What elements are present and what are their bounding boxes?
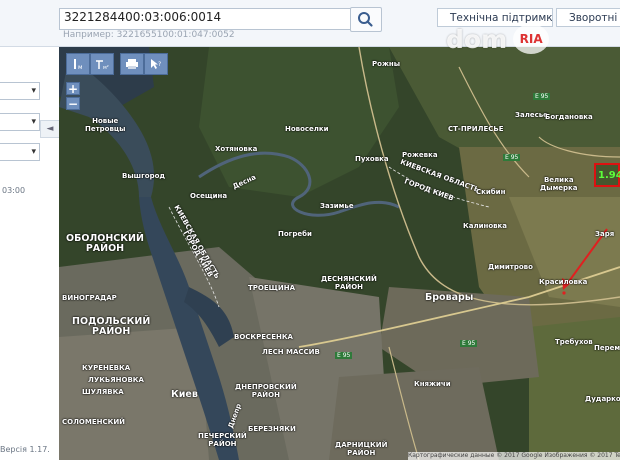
place-label: Рожевка: [402, 151, 438, 159]
place-label: Новоселки: [285, 125, 329, 133]
svg-text:м²: м²: [103, 65, 109, 70]
district-label: ДЕСНЯНСКИЙ РАЙОН: [321, 275, 377, 291]
zoom-out-button[interactable]: −: [66, 97, 80, 111]
map-copyright: Картографические данные © 2017 Google Из…: [408, 452, 620, 460]
district-label: ПОДОЛЬСКИЙ РАЙОН: [72, 316, 151, 337]
district-label: ДАРНИЦКИЙ РАЙОН: [335, 441, 388, 457]
dom-ria-watermark: dom RIA: [446, 24, 550, 54]
place-label: ШУЛЯВКА: [82, 388, 124, 396]
place-label: Дударков: [585, 395, 620, 403]
road-shield: E 95: [503, 154, 521, 161]
place-label: Рожны: [372, 60, 401, 68]
parcel-area-marker[interactable]: 1.94: [594, 163, 620, 187]
measure-area-tool[interactable]: м²: [90, 53, 114, 75]
zoom-in-button[interactable]: +: [66, 82, 80, 96]
place-label: ТРОЕЩИНА: [248, 284, 296, 292]
printer-icon: [126, 59, 138, 69]
filter-select-2[interactable]: ▾: [0, 113, 40, 131]
place-label: Богдановка: [545, 113, 593, 121]
place-label: КУРЕНЕВКА: [82, 364, 131, 372]
place-label: ВОСКРЕСЕНКА: [234, 333, 293, 341]
watermark-text: dom: [446, 24, 508, 54]
place-label: Красиловка: [539, 278, 588, 286]
place-label: ЛУКЬЯНОВКА: [88, 376, 144, 384]
place-label: Хотяновка: [215, 145, 258, 153]
ria-logo: RIA: [513, 24, 550, 54]
search-icon: [358, 12, 373, 27]
place-label: Вышгород: [122, 172, 166, 180]
road-shield: E 95: [335, 352, 353, 359]
info-tool[interactable]: ?: [144, 53, 168, 75]
city-label: Киев: [171, 389, 198, 400]
place-label: Новые Петровцы: [85, 117, 126, 133]
district-label: ПЕЧЕРСКИЙ РАЙОН: [198, 432, 247, 448]
svg-text:?: ?: [158, 61, 161, 68]
road-shield: E 95: [533, 93, 551, 100]
place-label: СТ-ПРИЛЕСЬЕ: [448, 125, 504, 133]
search-button[interactable]: [350, 7, 382, 32]
feedback-button[interactable]: Зворотні: [556, 8, 620, 27]
ruler-icon: м: [74, 59, 83, 70]
place-label: Скибин: [476, 188, 506, 196]
place-label: Княжичи: [414, 380, 451, 388]
print-tool[interactable]: [120, 53, 144, 75]
tech-support-label: Технічна підтримка: [450, 11, 553, 24]
place-label: Зазимье: [320, 202, 354, 210]
collapse-panel-button[interactable]: ◄: [40, 120, 60, 138]
city-label: Бровары: [425, 292, 474, 303]
filter-select-3[interactable]: ▾: [0, 143, 40, 161]
place-label: ЛЕСН МАССИВ: [262, 348, 320, 356]
place-label: Осещина: [190, 192, 228, 200]
place-label: БЕРЕЗНЯКИ: [248, 425, 296, 433]
place-label: Погреби: [278, 230, 312, 238]
place-label: Залесье: [515, 111, 548, 119]
district-label: ДНЕПРОВСКИЙ РАЙОН: [235, 383, 297, 399]
place-label: Велика Дымерка: [540, 176, 578, 192]
place-label: Перем: [594, 344, 620, 352]
area-icon: м²: [96, 60, 109, 70]
parcel-area-value: 1.94: [598, 169, 620, 181]
place-label: Требухов: [555, 338, 593, 346]
place-label: СОЛОМЕНСКИЙ: [62, 418, 126, 426]
svg-text:м: м: [78, 64, 83, 70]
cadastral-search-input[interactable]: 3221284400:03:006:0014: [59, 8, 356, 30]
place-label: Пуховка: [355, 155, 389, 163]
district-label: ОБОЛОНСКИЙ РАЙОН: [66, 233, 144, 254]
place-label: Калиновка: [463, 222, 508, 230]
measure-length-tool[interactable]: м: [66, 53, 90, 75]
feedback-label: Зворотні: [569, 11, 618, 24]
place-label: ВИНОГРАДАР: [62, 294, 117, 302]
chevron-left-icon: ◄: [46, 124, 54, 134]
left-panel: ▾ ▾ ▾ 03:00 Версія 1.17.: [0, 47, 60, 460]
filter-select-1[interactable]: ▾: [0, 82, 40, 100]
place-label: Димитрово: [488, 263, 533, 271]
version-text: Версія 1.17.: [0, 445, 50, 454]
map-toolbar: м м² ?: [66, 53, 168, 75]
place-label: Заря: [595, 230, 615, 238]
pointer-help-icon: ?: [151, 59, 161, 69]
road-shield: E 95: [460, 340, 478, 347]
time-text: 03:00: [2, 186, 26, 195]
search-hint: Например: 3221655100:01:047:0052: [63, 30, 235, 40]
